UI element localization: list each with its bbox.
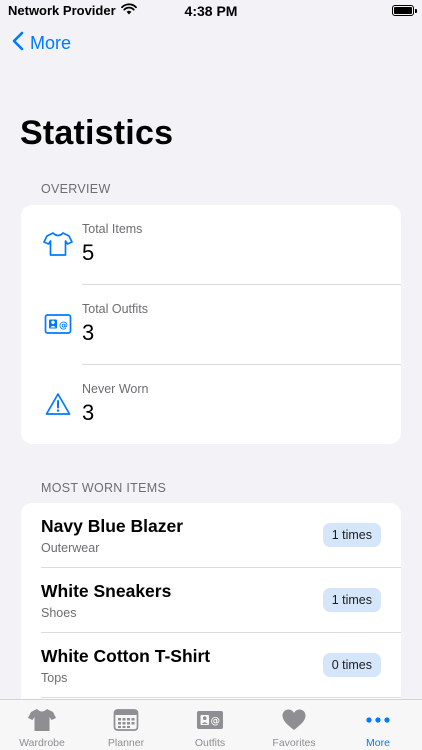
battery-icon xyxy=(392,5,417,16)
item-name: Navy Blue Blazer xyxy=(41,516,184,536)
tab-label: Favorites xyxy=(272,737,316,749)
stat-row-total-outfits: @ Total Outfits 3 xyxy=(21,285,401,365)
contact-card-icon: @ xyxy=(168,706,252,734)
item-category: Tops xyxy=(41,671,68,685)
status-bar: Network Provider 4:38 PM xyxy=(0,0,422,24)
tab-wardrobe[interactable]: Wardrobe xyxy=(0,700,84,750)
item-category: Shoes xyxy=(41,606,77,620)
item-name: White Cotton T-Shirt xyxy=(41,646,211,666)
page-title: Statistics xyxy=(20,114,174,152)
list-item[interactable]: White Cotton T-Shirt Tops 0 times xyxy=(21,633,401,698)
wear-count-badge: 1 times xyxy=(322,523,381,547)
stat-value: 3 xyxy=(82,320,95,345)
tab-label: More xyxy=(366,737,390,749)
tab-more[interactable]: More xyxy=(336,700,420,750)
clock: 4:38 PM xyxy=(184,3,238,19)
wear-count-badge: 0 times xyxy=(322,653,381,677)
contact-card-icon: @ xyxy=(43,309,73,339)
heart-icon xyxy=(252,706,336,734)
tshirt-fill-icon xyxy=(0,706,84,734)
list-item[interactable]: White Sneakers Shoes 1 times xyxy=(21,568,401,633)
stat-label: Total Outfits xyxy=(82,302,148,316)
tshirt-icon xyxy=(43,229,73,259)
back-button[interactable]: More xyxy=(12,31,71,56)
more-dots-icon xyxy=(336,706,420,734)
wear-count-badge: 1 times xyxy=(322,588,381,612)
section-header-overview: OVERVIEW xyxy=(41,182,111,196)
stat-row-never-worn: Never Worn 3 xyxy=(21,365,401,444)
svg-text:@: @ xyxy=(211,716,221,727)
stat-label: Total Items xyxy=(82,222,143,236)
tab-outfits[interactable]: @ Outfits xyxy=(168,700,252,750)
item-category: Outerwear xyxy=(41,541,100,555)
tab-label: Planner xyxy=(107,737,145,749)
divider xyxy=(41,697,401,698)
tab-label: Outfits xyxy=(194,737,226,749)
tab-planner[interactable]: Planner xyxy=(84,700,168,750)
chevron-left-icon xyxy=(12,31,24,56)
svg-text:@: @ xyxy=(59,321,68,331)
section-header-most-worn: MOST WORN ITEMS xyxy=(41,481,167,495)
stat-row-total-items: Total Items 5 xyxy=(21,205,401,285)
tab-bar: Wardrobe Planner @ Outfits Favorites Mor… xyxy=(0,699,422,750)
tab-label: Wardrobe xyxy=(19,737,65,749)
back-button-label: More xyxy=(30,33,72,53)
stat-label: Never Worn xyxy=(82,382,149,396)
list-item[interactable]: Navy Blue Blazer Outerwear 1 times xyxy=(21,503,401,568)
tab-favorites[interactable]: Favorites xyxy=(252,700,336,750)
stat-value: 5 xyxy=(82,240,95,265)
calendar-icon xyxy=(84,706,168,734)
item-name: White Sneakers xyxy=(41,581,172,601)
overview-card: Total Items 5 @ Total Outfits 3 Never Wo… xyxy=(21,205,401,444)
warning-triangle-icon xyxy=(43,389,73,419)
most-worn-list: Navy Blue Blazer Outerwear 1 times White… xyxy=(21,503,401,703)
stat-value: 3 xyxy=(82,400,95,425)
